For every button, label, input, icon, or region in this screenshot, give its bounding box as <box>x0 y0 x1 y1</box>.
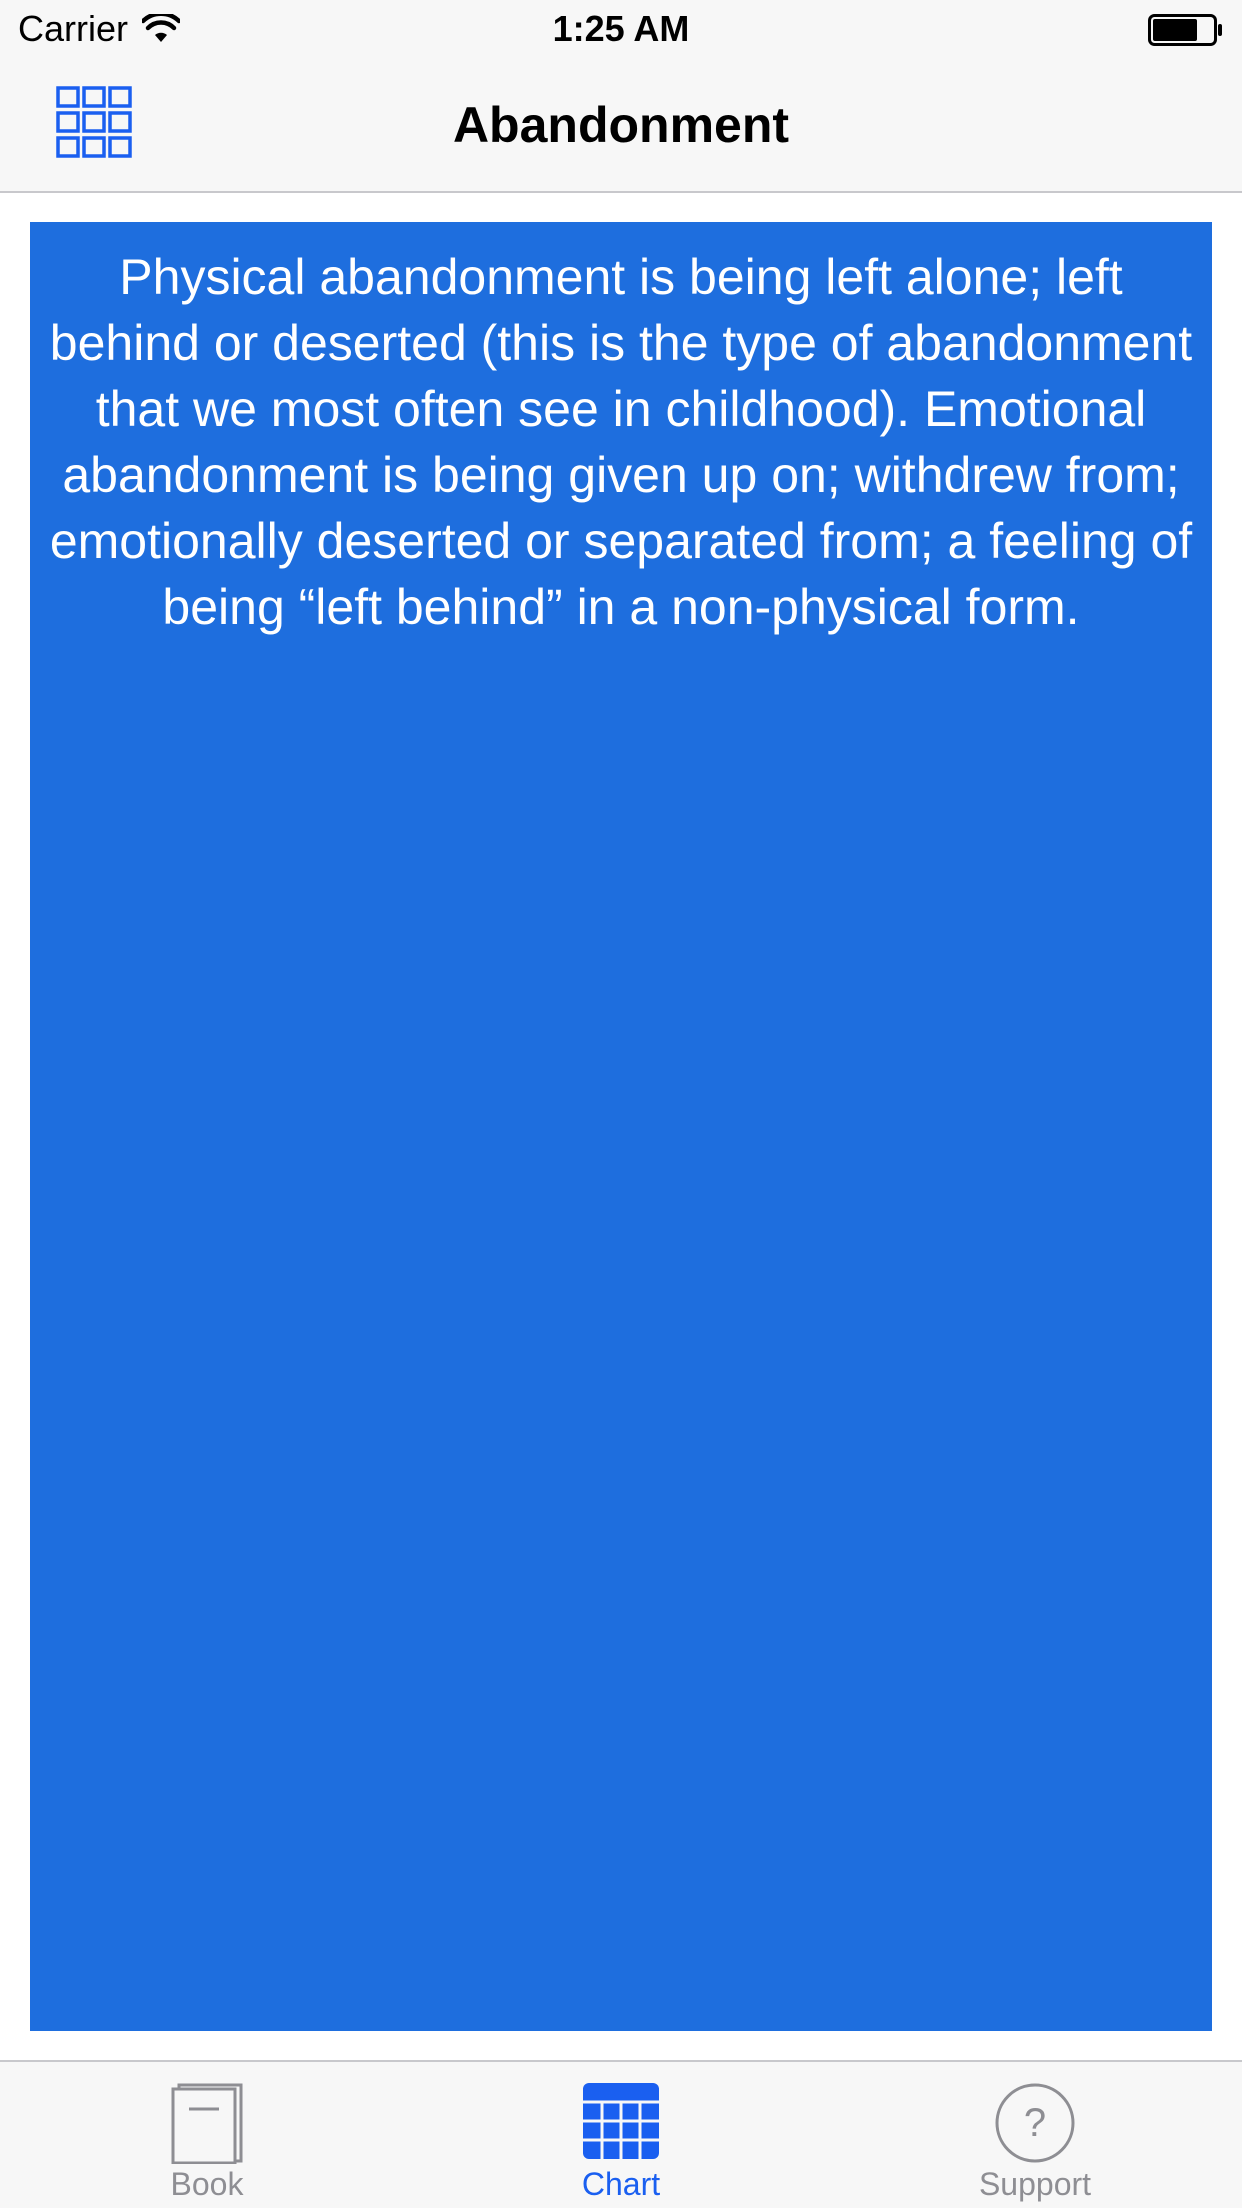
battery-icon <box>1148 14 1222 46</box>
tab-chart[interactable]: Chart <box>414 2062 828 2208</box>
definition-card: Physical abandonment is being left alone… <box>30 222 1212 2031</box>
book-icon <box>171 2083 243 2164</box>
status-bar: Carrier 1:25 AM <box>0 0 1242 60</box>
tab-book-label: Book <box>170 2166 244 2202</box>
chart-grid-icon <box>583 2083 659 2159</box>
page-title: Abandonment <box>452 97 790 153</box>
navigation-bar: Abandonment <box>0 60 1242 193</box>
tab-support-label: Support <box>978 2166 1092 2202</box>
definition-text: Physical abandonment is being left alone… <box>49 249 1193 635</box>
tab-support[interactable]: ? Support <box>828 2062 1242 2208</box>
app-screen: Carrier 1:25 AM Abandonment Physical aba… <box>0 0 1242 2208</box>
svg-text:?: ? <box>1024 2101 1046 2145</box>
question-circle-icon: ? <box>995 2083 1075 2163</box>
tab-bar: Book Chart ? Support <box>0 2060 1242 2208</box>
status-time: 1:25 AM <box>552 8 690 49</box>
tab-book[interactable]: Book <box>0 2062 414 2208</box>
tab-chart-label: Chart <box>581 2166 661 2202</box>
